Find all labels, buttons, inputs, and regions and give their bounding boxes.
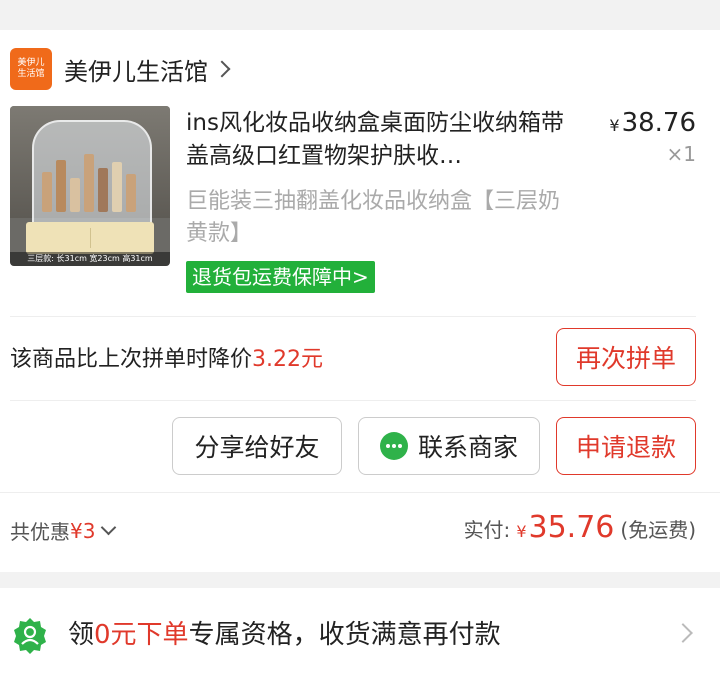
product-sku: 巨能装三抽翻盖化妆品收纳盒【三层奶黄款】 xyxy=(186,189,561,246)
paid-summary: 实付: ¥ 35.76 (免运费) xyxy=(464,510,696,545)
price-value: 38.76 xyxy=(621,108,696,138)
product-image[interactable]: 三层款: 长31cm 宽23cm 高31cm xyxy=(10,106,170,266)
divider xyxy=(0,492,720,493)
shipping-note: (免运费) xyxy=(620,518,696,542)
contact-seller-label: 联系商家 xyxy=(417,433,518,462)
shop-logo-line2: 生活馆 xyxy=(17,69,45,79)
price-drop-amount: 3.22元 xyxy=(252,347,324,372)
contact-seller-button[interactable]: 联系商家 xyxy=(358,417,540,475)
promo-banner[interactable]: 领0元下单专属资格，收货满意再付款 xyxy=(0,588,720,679)
chevron-down-icon xyxy=(101,519,117,536)
chevron-right-icon xyxy=(673,623,693,643)
promo-text: 领0元下单专属资格，收货满意再付款 xyxy=(68,614,501,651)
divider xyxy=(10,400,696,401)
regroup-button[interactable]: 再次拼单 xyxy=(556,328,696,386)
promo-suffix: 专属资格，收货满意再付款 xyxy=(188,620,501,650)
order-card: 美伊儿 生活馆 美伊儿生活馆 三层款: 长31cm 宽23cm 高31cm in… xyxy=(0,30,720,572)
divider xyxy=(10,316,696,317)
shop-logo-line1: 美伊儿 xyxy=(17,58,45,68)
shop-header[interactable]: 美伊儿 生活馆 美伊儿生活馆 xyxy=(10,46,231,92)
discount-summary[interactable]: 共优惠 ¥3 xyxy=(10,516,117,545)
promo-prefix: 领 xyxy=(68,620,95,650)
chat-bubble-icon xyxy=(379,432,408,460)
promo-highlight: 0元下单 xyxy=(94,620,189,650)
chevron-right-icon xyxy=(213,60,231,78)
product-quantity: ×1 xyxy=(666,142,696,166)
price-symbol: ¥ xyxy=(609,116,620,135)
shop-logo: 美伊儿 生活馆 xyxy=(10,48,52,90)
price-drop-text: 该商品比上次拼单时降价 xyxy=(10,347,253,372)
discount-value: ¥3 xyxy=(70,518,96,543)
paid-symbol: ¥ xyxy=(516,522,527,541)
refund-button[interactable]: 申请退款 xyxy=(556,417,696,475)
price-drop-notice: 该商品比上次拼单时降价3.22元 xyxy=(10,341,323,373)
paid-label: 实付: xyxy=(463,518,511,542)
image-caption: 三层款: 长31cm 宽23cm 高31cm xyxy=(10,252,170,266)
paid-amount: 35.76 xyxy=(528,510,615,545)
badge-user-icon xyxy=(14,618,46,654)
product-price: ¥38.76 xyxy=(609,108,696,138)
image-drawer xyxy=(26,222,154,254)
image-bottles xyxy=(42,148,138,212)
shop-name[interactable]: 美伊儿生活馆 xyxy=(64,52,208,87)
share-button[interactable]: 分享给好友 xyxy=(172,417,342,475)
discount-label: 共优惠 xyxy=(10,520,70,544)
product-title[interactable]: ins风化妆品收纳盒桌面防尘收纳箱带盖高级口红置物架护肤收… xyxy=(186,107,586,173)
return-shipping-badge[interactable]: 退货包运费保障中> xyxy=(186,261,375,293)
